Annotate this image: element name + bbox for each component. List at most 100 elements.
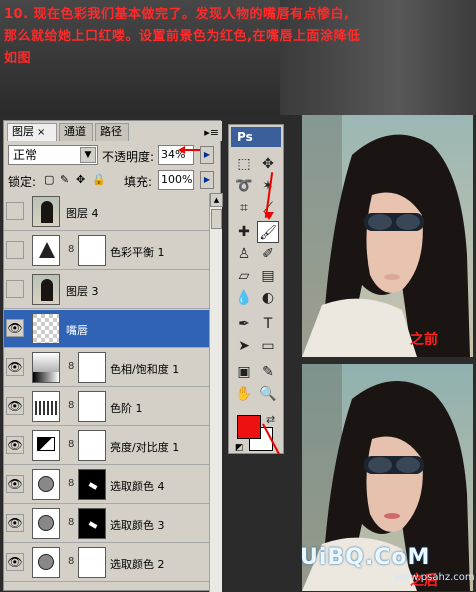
link-icon[interactable]: 8 xyxy=(68,556,74,567)
blend-mode-select[interactable]: 正常 ▼ xyxy=(8,145,98,165)
layer-row[interactable]: 👁 8 色相/饱和度 1 xyxy=(4,349,209,387)
visibility-toggle[interactable] xyxy=(6,280,24,298)
notes-tool-icon[interactable]: ▣ xyxy=(233,361,255,383)
layer-row[interactable]: 图层 4 xyxy=(4,193,209,231)
tab-channels[interactable]: 通道 xyxy=(59,123,93,141)
zoom-tool-icon[interactable]: 🔍 xyxy=(257,383,279,405)
layer-thumbnail xyxy=(32,235,60,266)
before-label: 之前 xyxy=(410,332,438,348)
crop-tool-icon[interactable]: ⌗ xyxy=(233,197,255,219)
close-icon[interactable]: × xyxy=(37,127,45,138)
layer-row[interactable]: 👁 8 选取颜色 2 xyxy=(4,544,209,582)
layer-row[interactable]: 👁 8 亮度/对比度 1 xyxy=(4,427,209,465)
layer-row[interactable]: 👁 8 选取颜色 4 xyxy=(4,466,209,504)
gradient-tool-icon[interactable]: ▤ xyxy=(257,265,279,287)
tab-paths-label: 路径 xyxy=(100,125,122,138)
link-icon[interactable]: 8 xyxy=(68,244,74,255)
lasso-tool-icon[interactable]: ➰ xyxy=(233,175,255,197)
layer-row[interactable]: 👁 8 选取颜色 3 xyxy=(4,505,209,543)
instruction-line-3: 如图 xyxy=(4,51,32,66)
layer-mask-thumbnail[interactable] xyxy=(78,469,106,500)
fill-input[interactable]: 100% xyxy=(158,170,194,190)
layer-row[interactable]: 👁 8 色阶 1 xyxy=(4,388,209,426)
path-selection-tool-icon[interactable]: ➤ xyxy=(233,335,255,357)
scroll-up-icon[interactable]: ▲ xyxy=(210,193,223,207)
opacity-arrow-head xyxy=(178,146,185,154)
layer-name: 选取颜色 2 xyxy=(110,558,165,571)
healing-tool-icon[interactable]: ✚ xyxy=(233,221,255,243)
layer-thumbnail xyxy=(32,508,60,539)
link-icon[interactable]: 8 xyxy=(68,517,74,528)
eye-icon[interactable]: 👁 xyxy=(6,397,24,415)
layer-mask-thumbnail[interactable] xyxy=(78,508,106,539)
layer-mask-thumbnail[interactable] xyxy=(78,352,106,383)
opacity-input[interactable]: 34% xyxy=(158,145,194,165)
lock-transparency-icon[interactable]: ▢ xyxy=(44,173,54,186)
layer-mask-thumbnail[interactable] xyxy=(78,547,106,578)
layer-mask-thumbnail[interactable] xyxy=(78,430,106,461)
swap-colors-icon[interactable]: ⇄ xyxy=(266,413,275,426)
tab-paths[interactable]: 路径 xyxy=(95,123,129,141)
link-icon[interactable]: 8 xyxy=(68,439,74,450)
eye-icon[interactable]: 👁 xyxy=(6,475,24,493)
lock-label: 锁定: xyxy=(8,175,37,189)
pen-tool-icon[interactable]: ✒ xyxy=(233,313,255,335)
tab-layers[interactable]: 图层 × xyxy=(7,123,57,141)
link-icon[interactable]: 8 xyxy=(68,400,74,411)
layer-thumbnail xyxy=(32,547,60,578)
layers-scrollbar[interactable]: ▲ xyxy=(209,193,223,592)
before-photo: 之前 xyxy=(302,115,473,357)
tab-channels-label: 通道 xyxy=(64,125,86,138)
instruction-line-1: 10. 现在色彩我们基本做完了。发现人物的嘴唇有点惨白, xyxy=(4,7,350,22)
blur-tool-icon[interactable]: 💧 xyxy=(233,287,255,309)
layer-thumbnail xyxy=(32,430,60,461)
visibility-toggle[interactable] xyxy=(6,202,24,220)
eye-icon[interactable]: 👁 xyxy=(6,514,24,532)
panel-menu-icon[interactable]: ▸≡ xyxy=(204,126,219,139)
layer-name: 色相/饱和度 1 xyxy=(110,363,180,376)
lock-fill-row: 锁定: ▢ ✎ ✥ 🔒 填充: 100% ▶ xyxy=(4,169,222,191)
layer-name: 图层 4 xyxy=(66,207,99,220)
layer-mask-thumbnail[interactable] xyxy=(78,235,106,266)
stamp-tool-icon[interactable]: ♙ xyxy=(233,243,255,265)
dodge-tool-icon[interactable]: ◐ xyxy=(257,287,279,309)
type-tool-icon[interactable]: T xyxy=(257,313,279,335)
lock-all-icon[interactable]: 🔒 xyxy=(92,173,106,186)
link-icon[interactable]: 8 xyxy=(68,361,74,372)
history-brush-tool-icon[interactable]: ✐ xyxy=(257,243,279,265)
shape-tool-icon[interactable]: ▭ xyxy=(257,335,279,357)
eye-icon[interactable]: 👁 xyxy=(6,553,24,571)
layers-list: 图层 4 8 色彩平衡 1 图层 3 👁 嘴唇 👁 8 色相/饱和度 1 👁 8 色阶 1 👁 8 亮度/对… xyxy=(4,193,209,592)
marquee-tool-icon[interactable]: ⬚ xyxy=(233,153,255,175)
move-tool-icon[interactable]: ✥ xyxy=(257,153,279,175)
eraser-tool-icon[interactable]: ▱ xyxy=(233,265,255,287)
link-icon[interactable]: 8 xyxy=(68,478,74,489)
eye-icon[interactable]: 👁 xyxy=(6,319,24,337)
layer-name: 亮度/对比度 1 xyxy=(110,441,180,454)
chevron-down-icon[interactable]: ▼ xyxy=(80,147,96,163)
layer-row[interactable]: 8 色彩平衡 1 xyxy=(4,232,209,270)
layer-thumbnail xyxy=(32,391,60,422)
fill-slider-button[interactable]: ▶ xyxy=(200,171,214,189)
foreground-color-swatch[interactable] xyxy=(237,415,261,439)
layers-panel: 图层 × 通道 路径 ▸≡ 正常 ▼ 不透明度: 34% ▶ 锁定: ▢ ✎ ✥… xyxy=(3,120,223,592)
toolbox: Ps ⬚ ✥ ➰ ✶ ⌗ ⟋ ✚ 🖌 ♙ ✐ ▱ ▤ 💧 ◐ ✒ T ➤ ▭ ▣… xyxy=(228,124,284,454)
scroll-thumb[interactable] xyxy=(211,209,222,229)
layer-row[interactable]: 👁 嘴唇 xyxy=(4,310,209,348)
eye-icon[interactable]: 👁 xyxy=(6,436,24,454)
lock-pixels-icon[interactable]: ✎ xyxy=(60,173,69,186)
layer-thumbnail xyxy=(32,196,60,227)
brush-tool-icon[interactable]: 🖌 xyxy=(257,221,279,243)
default-colors-icon[interactable]: ◩ xyxy=(235,443,244,453)
layer-row[interactable]: 图层 3 xyxy=(4,271,209,309)
visibility-toggle[interactable] xyxy=(6,241,24,259)
layer-mask-thumbnail[interactable] xyxy=(78,391,106,422)
opacity-slider-button[interactable]: ▶ xyxy=(200,146,214,164)
watermark-logo: UiBQ.CoM xyxy=(300,545,431,570)
fill-label: 填充: xyxy=(124,175,153,189)
hand-tool-icon[interactable]: ✋ xyxy=(233,383,255,405)
lock-position-icon[interactable]: ✥ xyxy=(76,173,85,186)
eye-icon[interactable]: 👁 xyxy=(6,358,24,376)
layer-thumbnail xyxy=(32,352,60,383)
eyedropper-tool-icon[interactable]: ✎ xyxy=(257,361,279,383)
